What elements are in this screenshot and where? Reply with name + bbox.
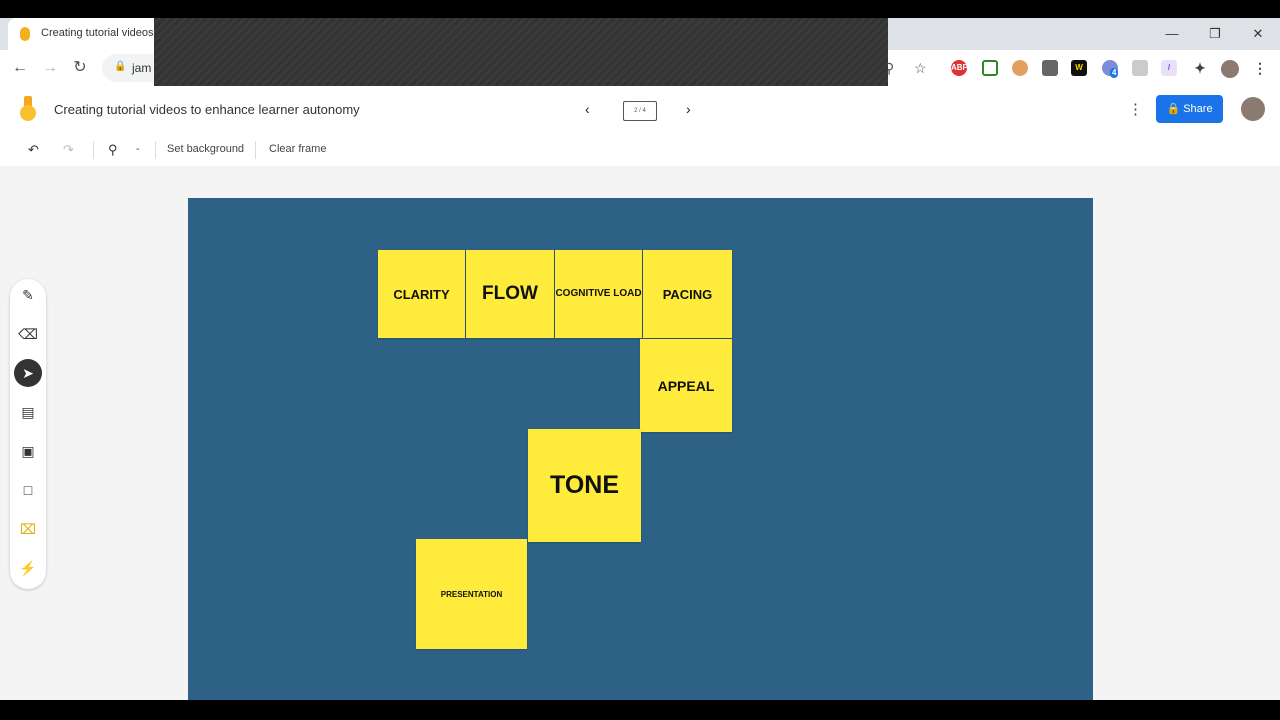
- sticky-note[interactable]: PRESENTATION: [416, 539, 527, 649]
- previous-frame-icon[interactable]: ‹: [585, 101, 590, 117]
- document-title[interactable]: Creating tutorial videos to enhance lear…: [54, 102, 360, 117]
- sticky-note[interactable]: COGNITIVE LOAD: [555, 250, 642, 338]
- set-background-button[interactable]: Set background: [167, 143, 244, 155]
- browser-menu-icon[interactable]: ⋮: [1252, 60, 1268, 76]
- image-tool-icon[interactable]: ▣: [14, 437, 42, 465]
- eraser-tool-icon[interactable]: ⌫: [14, 320, 42, 348]
- reload-icon[interactable]: ↻: [70, 58, 90, 78]
- extension-badge: 4: [1110, 68, 1119, 78]
- tab-title: Creating tutorial videos: [41, 27, 154, 39]
- edit-toolbar: ↶ ↷ ⚲ - Set background Clear frame: [0, 134, 1280, 166]
- frame-indicator[interactable]: 2 / 4: [623, 101, 657, 121]
- sticky-note-tool-icon[interactable]: ▤: [14, 398, 42, 426]
- adblock-extension-icon[interactable]: ABP: [951, 60, 968, 76]
- avatar[interactable]: [1241, 97, 1265, 121]
- redo-icon[interactable]: ↷: [63, 142, 74, 158]
- extension-icon[interactable]: [1132, 60, 1148, 76]
- undo-icon[interactable]: ↶: [28, 142, 39, 158]
- bookmark-star-icon[interactable]: ☆: [914, 60, 927, 77]
- sticky-note[interactable]: TONE: [528, 429, 641, 542]
- tool-sidebar: ✎ ⌫ ➤ ▤ ▣ □ ⌧ ⚡: [10, 279, 46, 589]
- video-letterbox: [0, 700, 1280, 720]
- next-frame-icon[interactable]: ›: [686, 101, 691, 117]
- sticky-note[interactable]: CLARITY: [378, 250, 465, 338]
- pen-tool-icon[interactable]: ✎: [14, 281, 42, 309]
- browser-window: Creating tutorial videos — ❐ ✕ ← → ↻ 🔒 j…: [0, 18, 1280, 707]
- select-tool-icon[interactable]: ➤: [14, 359, 42, 387]
- clear-frame-button[interactable]: Clear frame: [269, 143, 326, 155]
- zoom-dropdown[interactable]: -: [136, 143, 140, 155]
- profile-avatar[interactable]: [1221, 60, 1239, 78]
- sticky-note[interactable]: APPEAL: [640, 339, 732, 432]
- back-icon[interactable]: ←: [10, 58, 30, 78]
- maximize-button[interactable]: ❐: [1201, 24, 1229, 44]
- app-header: Creating tutorial videos to enhance lear…: [0, 86, 1280, 135]
- text-box-tool-icon[interactable]: ⌧: [14, 515, 42, 543]
- puzzle-extensions-icon[interactable]: ✦: [1192, 60, 1208, 76]
- jamboard-logo-icon: [20, 96, 36, 121]
- shape-tool-icon[interactable]: □: [14, 476, 42, 504]
- redacted-overlay: [154, 18, 888, 95]
- share-label: Share: [1183, 103, 1213, 115]
- url-text: jam: [132, 61, 152, 75]
- zoom-in-icon[interactable]: ⚲: [108, 142, 118, 158]
- laser-tool-icon[interactable]: ⚡: [14, 554, 42, 582]
- lock-icon: 🔒: [114, 61, 127, 72]
- extension-icon[interactable]: 4: [1102, 60, 1119, 78]
- extension-icon[interactable]: [1012, 60, 1028, 76]
- more-options-icon[interactable]: ⋮: [1128, 100, 1143, 118]
- minimize-button[interactable]: —: [1158, 24, 1186, 44]
- extension-icon[interactable]: W: [1071, 60, 1087, 76]
- toolbar-divider: [255, 141, 256, 159]
- pen-extension-icon[interactable]: /: [1161, 60, 1177, 76]
- jamboard-favicon-icon: [20, 27, 30, 41]
- extension-icon[interactable]: [982, 60, 998, 76]
- sticky-note[interactable]: FLOW: [466, 250, 554, 338]
- toolbar-divider: [155, 141, 156, 159]
- forward-icon[interactable]: →: [40, 58, 60, 78]
- share-button[interactable]: 🔒 Share: [1156, 95, 1223, 123]
- lock-icon: 🔒: [1166, 103, 1181, 115]
- sticky-note[interactable]: PACING: [643, 250, 732, 338]
- workspace: ✎ ⌫ ➤ ▤ ▣ □ ⌧ ⚡ CLARITY FLOW COGNITIVE L…: [0, 166, 1280, 707]
- extension-icon[interactable]: [1042, 60, 1058, 76]
- close-window-button[interactable]: ✕: [1244, 24, 1272, 44]
- browser-tab[interactable]: Creating tutorial videos: [8, 18, 168, 50]
- jamboard-canvas[interactable]: CLARITY FLOW COGNITIVE LOAD PACING APPEA…: [188, 198, 1093, 707]
- toolbar-divider: [93, 141, 94, 159]
